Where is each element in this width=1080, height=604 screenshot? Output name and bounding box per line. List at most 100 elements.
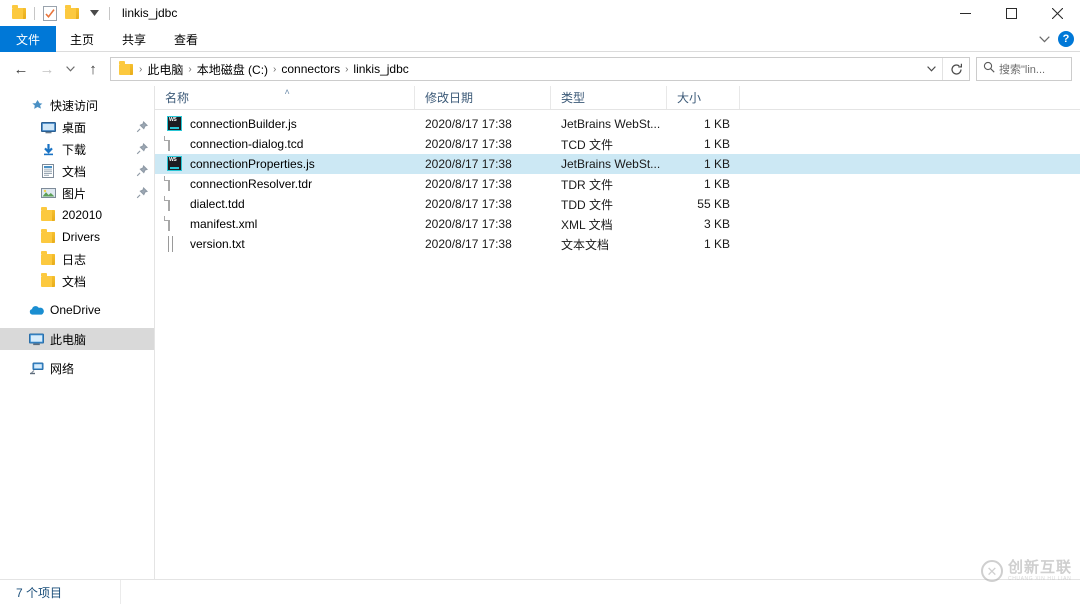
file-name-label: manifest.xml (190, 217, 258, 231)
sidebar-label-documents-folder: 文档 (62, 274, 87, 289)
file-date-cell: 2020/8/17 17:38 (425, 197, 512, 211)
sidebar-label-desktop: 桌面 (62, 120, 87, 135)
sidebar-item-quick-access[interactable]: 快速访问 (0, 94, 154, 116)
tab-view[interactable]: 查看 (160, 26, 212, 52)
address-path-box[interactable]: › 此电脑 › 本地磁盘 (C:) › connectors › linkis_… (110, 57, 970, 81)
sidebar-label-202010: 202010 (62, 208, 103, 222)
file-type-cell: JetBrains WebSt... (561, 117, 661, 131)
table-row[interactable]: dialect.tdd 2020/8/17 17:38 TDD 文件 55 KB (155, 194, 1080, 214)
sidebar-item-this-pc[interactable]: 此电脑 (0, 328, 154, 350)
file-date-cell: 2020/8/17 17:38 (425, 237, 512, 251)
table-row[interactable]: WS connectionProperties.js 2020/8/17 17:… (155, 154, 1080, 174)
pin-icon-pictures[interactable] (136, 186, 149, 199)
file-date-cell: 2020/8/17 17:38 (425, 157, 512, 171)
sidebar-item-desktop[interactable]: 桌面 (0, 116, 154, 138)
ribbon-collapse-chevron-icon[interactable] (1039, 30, 1050, 48)
tab-share[interactable]: 共享 (108, 26, 160, 52)
close-button[interactable] (1034, 0, 1080, 26)
table-row[interactable]: connection-dialog.tcd 2020/8/17 17:38 TC… (155, 134, 1080, 154)
search-icon (983, 60, 995, 78)
sidebar-item-downloads[interactable]: 下载 (0, 138, 154, 160)
folder-icon[interactable] (8, 2, 30, 24)
file-type-cell: TDR 文件 (561, 177, 613, 192)
breadcrumb-item-connectors[interactable]: connectors (278, 62, 343, 76)
breadcrumb-separator-2[interactable]: › (271, 64, 278, 75)
column-header-date-label: 修改日期 (425, 91, 474, 105)
documents-icon (40, 163, 56, 179)
onedrive-cloud-icon (28, 302, 44, 318)
file-size-cell: 1 KB (703, 157, 730, 171)
table-row[interactable]: manifest.xml 2020/8/17 17:38 XML 文档 3 KB (155, 214, 1080, 234)
status-divider (120, 579, 122, 604)
forward-button[interactable]: → (34, 56, 60, 82)
desktop-icon (40, 119, 56, 135)
sidebar-item-drivers[interactable]: Drivers (0, 226, 154, 248)
item-count-label: 7 个项目 (16, 585, 63, 600)
ribbon-tab-bar: 文件 主页 共享 查看 ? (0, 26, 1080, 52)
breadcrumb-separator-3[interactable]: › (343, 64, 350, 75)
sidebar-item-onedrive[interactable]: OneDrive (0, 299, 154, 321)
sidebar-item-network[interactable]: 网络 (0, 357, 154, 379)
file-explorer-window: linkis_jdbc 文件 主页 共享 查看 ? ← → ↑ › 此电脑 › … (0, 0, 1080, 604)
file-name-cell: manifest.xml (155, 216, 415, 232)
address-dropdown-chevron-icon[interactable] (920, 58, 942, 80)
breadcrumb-item-linkis-jdbc[interactable]: linkis_jdbc (350, 62, 411, 76)
sidebar-label-drivers: Drivers (62, 230, 100, 244)
address-bar: ← → ↑ › 此电脑 › 本地磁盘 (C:) › connectors › l… (0, 52, 1080, 86)
sidebar-item-202010[interactable]: 202010 (0, 204, 154, 226)
tab-file[interactable]: 文件 (0, 26, 57, 52)
webstorm-file-icon: WS (167, 156, 183, 172)
column-header-type[interactable]: 类型 (551, 86, 667, 109)
tab-home[interactable]: 主页 (56, 26, 108, 52)
column-headers: 名称 ˄ 修改日期 类型 大小 (155, 86, 1080, 110)
column-header-name-label: 名称 (165, 91, 190, 105)
folder-icon (40, 273, 56, 289)
minimize-button[interactable] (942, 0, 988, 26)
refresh-icon[interactable] (943, 58, 969, 80)
column-header-size-label: 大小 (677, 91, 702, 105)
column-header-name[interactable]: 名称 ˄ (155, 86, 415, 109)
file-type-cell: 文本文档 (561, 237, 610, 252)
file-name-cell: connection-dialog.tcd (155, 136, 415, 152)
pin-icon-documents[interactable] (136, 164, 149, 177)
file-name-label: connectionBuilder.js (190, 117, 297, 131)
column-header-date[interactable]: 修改日期 (415, 86, 551, 109)
maximize-button[interactable] (988, 0, 1034, 26)
file-name-cell: version.txt (155, 236, 415, 252)
breadcrumb-item-local-disk[interactable]: 本地磁盘 (C:) (194, 61, 271, 78)
pin-icon-desktop[interactable] (136, 120, 149, 133)
sidebar-label-network: 网络 (50, 361, 75, 376)
file-rows: WS connectionBuilder.js 2020/8/17 17:38 … (155, 110, 1080, 579)
status-bar: 7 个项目 (0, 579, 1080, 604)
sidebar-item-pictures[interactable]: 图片 (0, 182, 154, 204)
back-button[interactable]: ← (8, 56, 34, 82)
up-button[interactable]: ↑ (80, 56, 106, 82)
new-folder-icon[interactable] (61, 2, 83, 24)
column-header-type-label: 类型 (561, 91, 586, 105)
breadcrumb-item-this-pc[interactable]: 此电脑 (144, 61, 186, 78)
star-pin-icon (28, 97, 44, 113)
breadcrumb-separator-1[interactable]: › (186, 64, 193, 75)
table-row[interactable]: WS connectionBuilder.js 2020/8/17 17:38 … (155, 114, 1080, 134)
table-row[interactable]: version.txt 2020/8/17 17:38 文本文档 1 KB (155, 234, 1080, 254)
sidebar-item-logs[interactable]: 日志 (0, 248, 154, 270)
recent-locations-chevron-icon[interactable] (60, 56, 80, 82)
help-button[interactable]: ? (1058, 31, 1074, 47)
sidebar-item-documents-folder[interactable]: 文档 (0, 270, 154, 292)
table-row[interactable]: connectionResolver.tdr 2020/8/17 17:38 T… (155, 174, 1080, 194)
properties-icon[interactable] (39, 2, 61, 24)
file-date-cell: 2020/8/17 17:38 (425, 117, 512, 131)
file-name-cell: WS connectionBuilder.js (155, 116, 415, 132)
sidebar-gap-3 (0, 350, 154, 357)
file-name-label: version.txt (190, 237, 245, 251)
search-input[interactable]: 搜索"lin... (976, 57, 1072, 81)
column-header-size[interactable]: 大小 (667, 86, 740, 109)
network-icon (28, 360, 44, 376)
file-name-label: connectionResolver.tdr (190, 177, 313, 191)
pin-icon-downloads[interactable] (136, 142, 149, 155)
file-size-cell: 1 KB (703, 237, 730, 251)
address-right-controls (920, 58, 969, 80)
customize-chevron-icon[interactable] (83, 2, 105, 24)
sidebar-label-pictures: 图片 (62, 186, 87, 201)
sidebar-item-documents[interactable]: 文档 (0, 160, 154, 182)
